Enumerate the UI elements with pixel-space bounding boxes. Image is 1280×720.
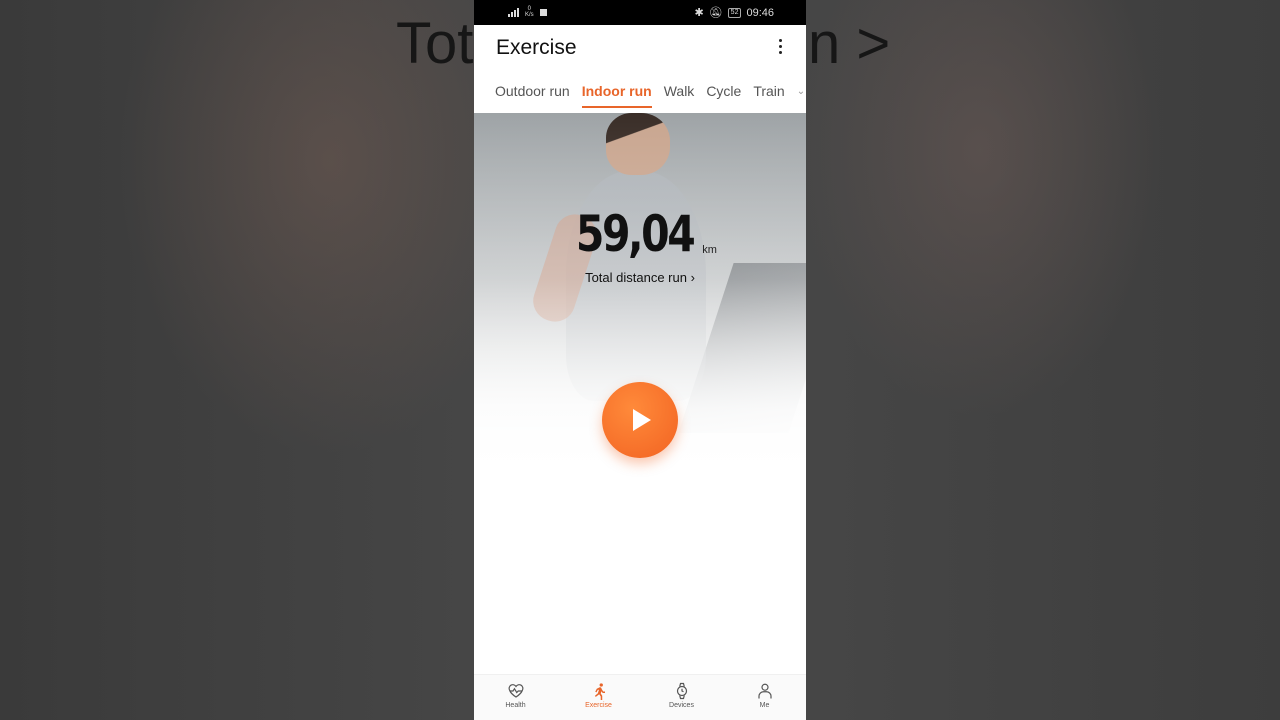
tab-cycle[interactable]: Cycle	[706, 83, 741, 101]
distance-value: 59,04	[575, 205, 696, 263]
tab-outdoor-run[interactable]: Outdoor run	[495, 83, 570, 101]
notification-icon	[539, 8, 547, 16]
distance-unit: km	[702, 244, 717, 256]
person-icon	[757, 683, 772, 699]
total-distance-link[interactable]: Total distance run ›	[474, 270, 806, 285]
page-title: Exercise	[496, 36, 577, 59]
nav-health[interactable]: Health	[474, 675, 557, 720]
exercise-tabs: Outdoor run Indoor run Walk Cycle Train …	[474, 70, 806, 113]
tab-walk[interactable]: Walk	[664, 83, 695, 101]
more-tabs-icon[interactable]: ⌄	[797, 86, 805, 97]
start-workout-button[interactable]	[602, 382, 678, 458]
clock: 09:46	[746, 6, 774, 19]
background-text-left: Tot	[396, 11, 474, 76]
network-speed: 0 K/s	[525, 6, 534, 18]
phone-screen: 0 K/s ✱ 🔕︎ 52 09:46 Exercise Outdoor run …	[474, 0, 806, 720]
bluetooth-icon: ✱	[694, 7, 704, 19]
chevron-right-icon: ›	[690, 270, 695, 285]
background-text-right: n >	[808, 11, 891, 76]
tab-indoor-run[interactable]: Indoor run	[581, 83, 652, 108]
play-icon	[633, 409, 651, 431]
battery-indicator: 52	[727, 7, 742, 18]
total-distance-label: Total distance run	[585, 270, 687, 285]
app-header: Exercise	[474, 25, 806, 70]
signal-icon	[508, 7, 519, 17]
more-vertical-icon[interactable]	[778, 39, 782, 54]
heart-pulse-icon	[508, 684, 523, 698]
nav-devices[interactable]: Devices	[640, 675, 723, 720]
total-distance: 59,04 km	[474, 206, 806, 262]
bottom-navigation: Health Exercise Devices Me	[474, 674, 806, 720]
watch-icon	[676, 682, 687, 700]
running-icon	[594, 683, 605, 700]
tab-train[interactable]: Train	[753, 83, 784, 101]
nav-exercise[interactable]: Exercise	[557, 675, 640, 720]
mute-bell-icon: 🔕︎	[708, 7, 723, 19]
status-bar: 0 K/s ✱ 🔕︎ 52 09:46	[474, 0, 806, 25]
nav-me[interactable]: Me	[723, 675, 806, 720]
